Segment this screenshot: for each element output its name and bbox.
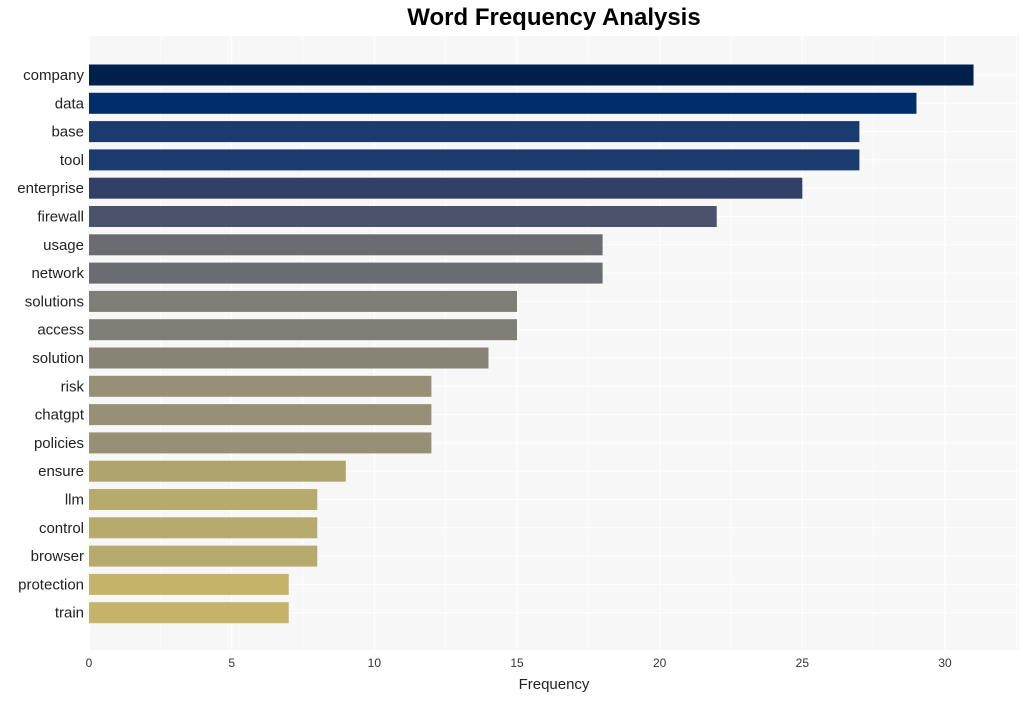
bar-risk (89, 375, 432, 397)
bar-usage (89, 234, 603, 256)
category-label-usage: usage (43, 237, 84, 254)
x-tick-label: 0 (86, 656, 93, 670)
bar-data (89, 92, 917, 114)
bar-company (89, 64, 974, 86)
bar-access (89, 319, 517, 341)
category-label-train: train (55, 605, 84, 622)
category-label-solutions: solutions (25, 293, 84, 310)
x-tick-label: 10 (368, 656, 382, 670)
bar-network (89, 262, 603, 284)
category-label-browser: browser (31, 548, 84, 565)
x-tick-label: 5 (228, 656, 235, 670)
bar-control (89, 517, 318, 539)
category-label-policies: policies (34, 435, 84, 452)
bar-enterprise (89, 177, 803, 199)
bar-ensure (89, 460, 346, 482)
x-axis-title: Frequency (519, 676, 590, 693)
bar-solutions (89, 290, 517, 312)
category-label-ensure: ensure (38, 463, 84, 480)
bar-chatgpt (89, 404, 432, 426)
category-label-chatgpt: chatgpt (35, 407, 85, 424)
bar-firewall (89, 206, 717, 227)
category-label-base: base (51, 124, 84, 141)
category-label-data: data (55, 95, 85, 112)
x-tick-label: 15 (510, 656, 524, 670)
category-label-firewall: firewall (37, 209, 84, 226)
category-label-access: access (37, 322, 84, 339)
category-label-protection: protection (18, 576, 84, 593)
bar-tool (89, 149, 860, 171)
category-label-risk: risk (61, 378, 85, 395)
bar-browser (89, 545, 318, 567)
x-axis-ticks: 0 5 10 15 20 25 30 (86, 656, 952, 670)
bar-policies (89, 432, 432, 454)
x-tick-label: 20 (653, 656, 667, 670)
x-tick-label: 25 (796, 656, 810, 670)
bar-protection (89, 573, 289, 595)
category-label-company: company (23, 67, 84, 84)
bar-solution (89, 347, 489, 369)
category-label-solution: solution (32, 350, 84, 367)
bar-chart: company data base tool enterprise firewall usa… (17, 36, 1019, 693)
category-label-enterprise: enterprise (17, 180, 84, 197)
x-tick-label: 30 (938, 656, 952, 670)
category-label-network: network (31, 265, 84, 282)
bar-train (89, 602, 289, 624)
category-labels: company data base tool enterprise firewall usa… (17, 67, 85, 622)
category-label-control: control (39, 520, 84, 537)
category-label-llm: llm (65, 492, 84, 509)
bar-llm (89, 489, 318, 510)
bar-base (89, 121, 860, 143)
category-label-tool: tool (60, 152, 84, 169)
